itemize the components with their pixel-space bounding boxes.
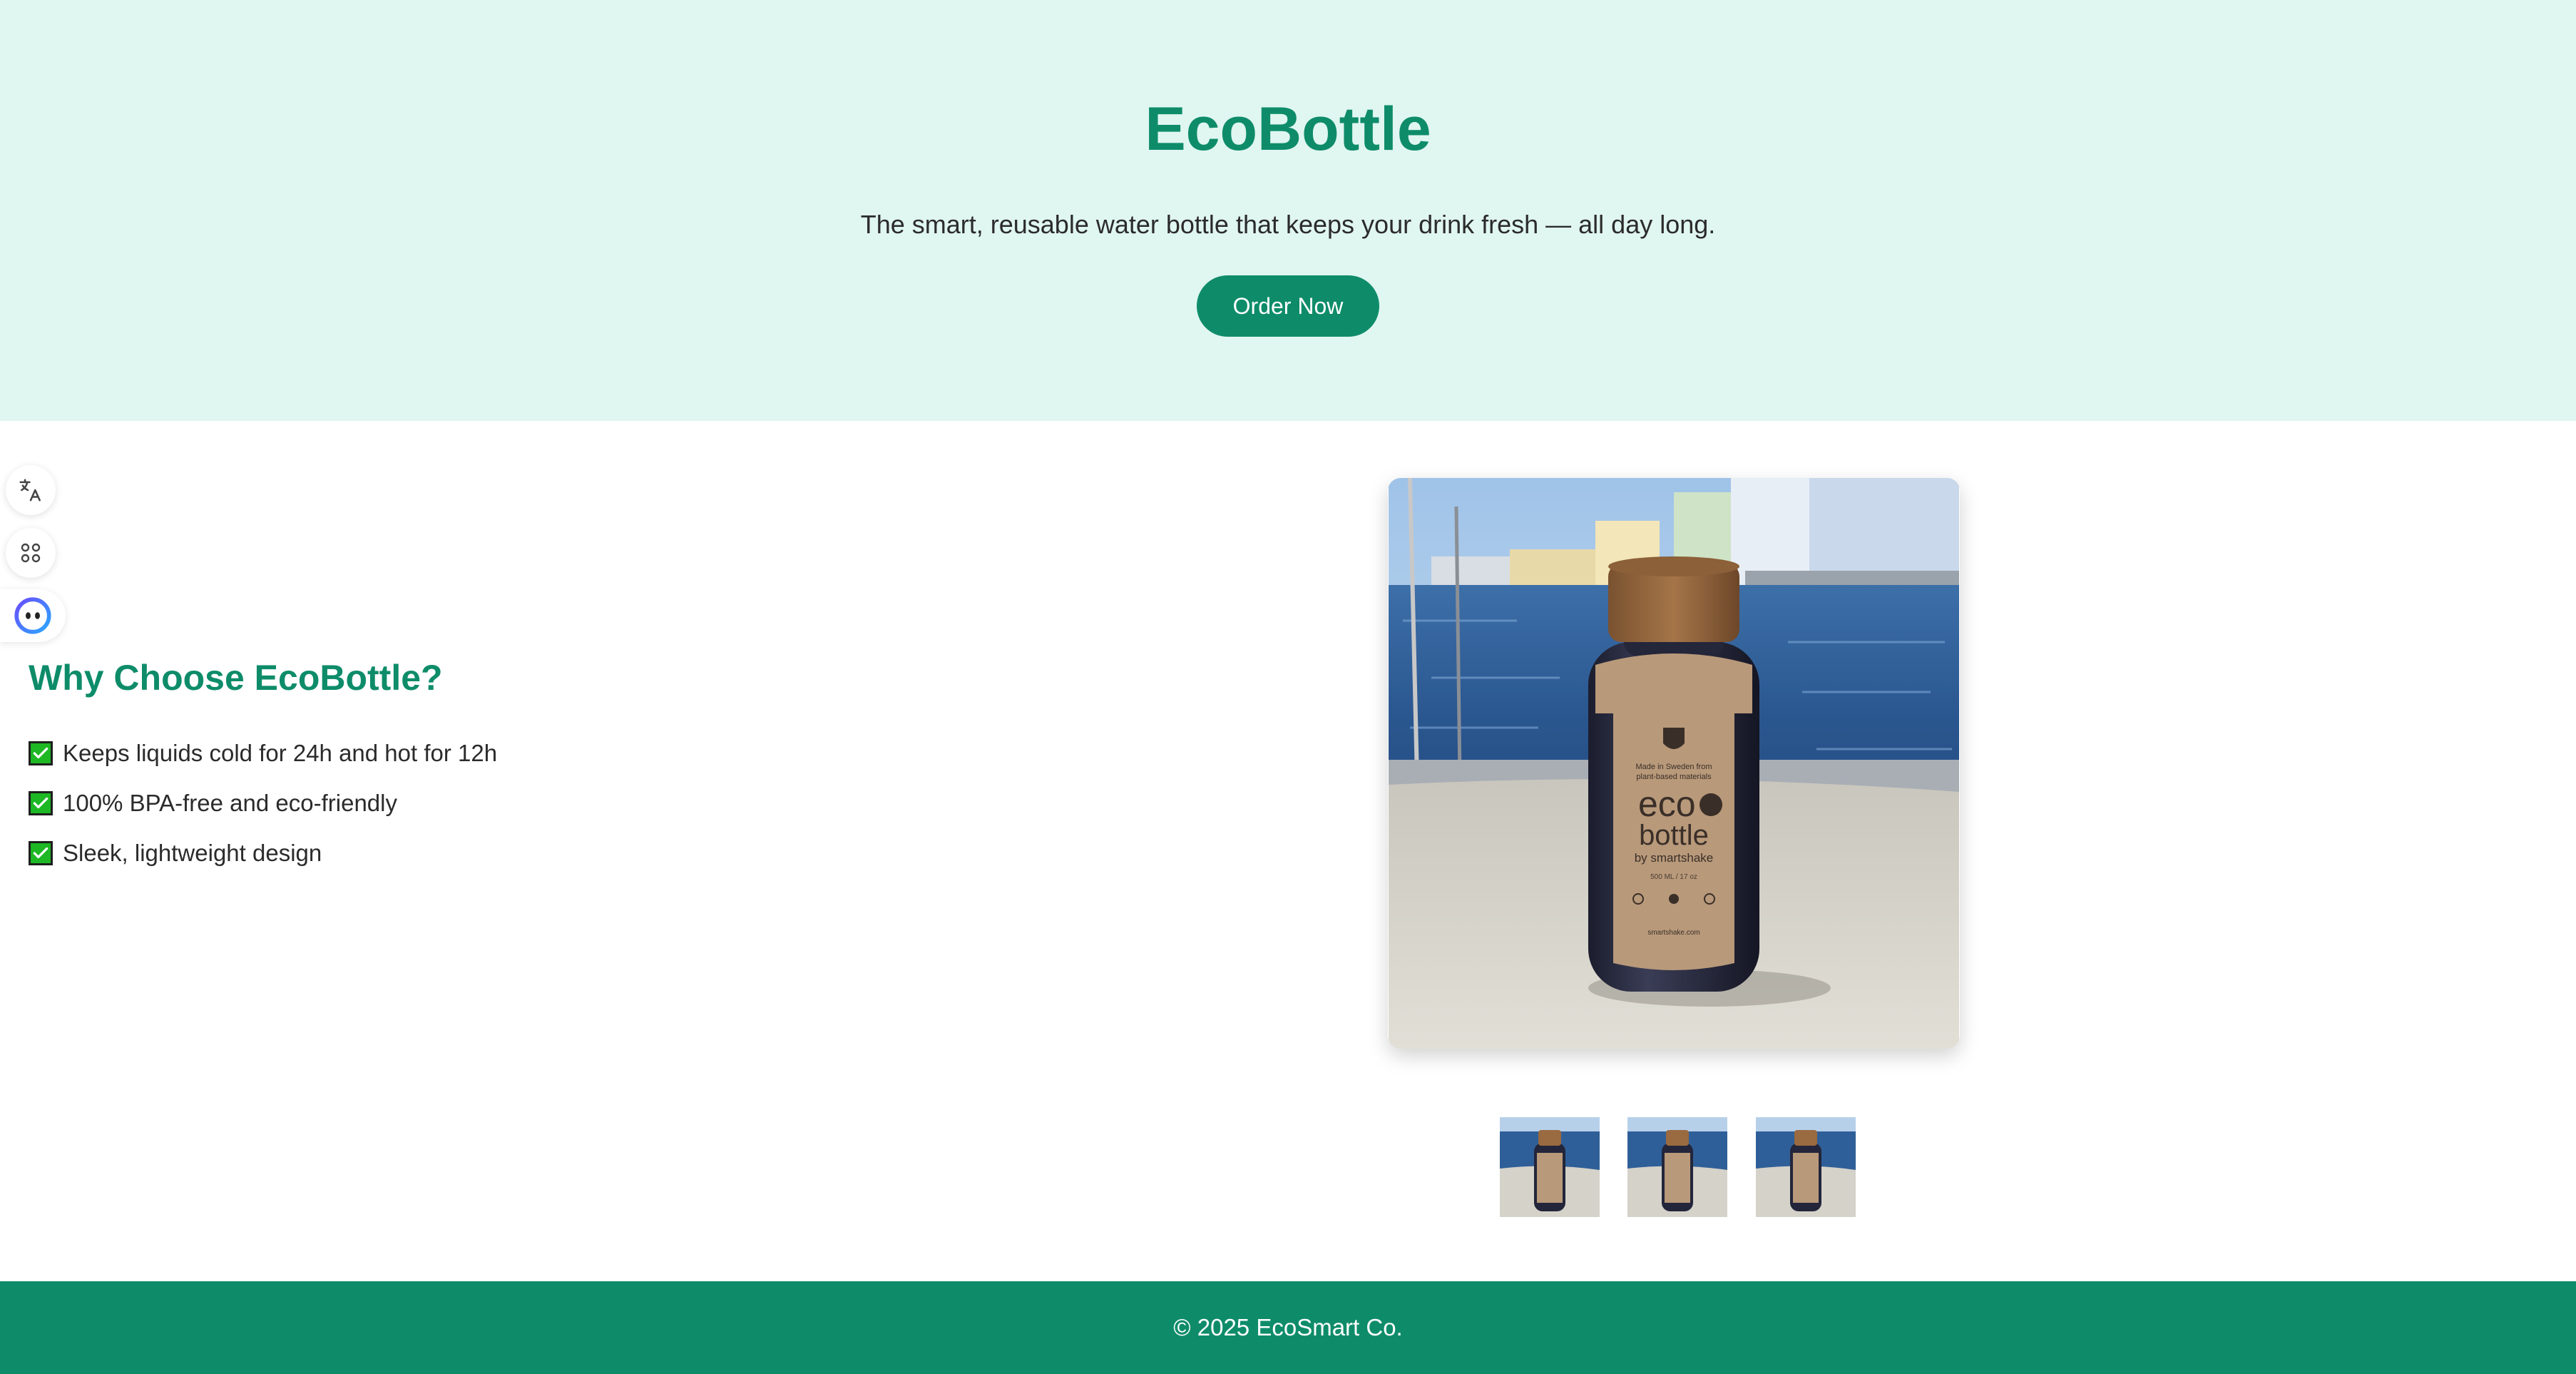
hero-tagline: The smart, reusable water bottle that ke… [860, 210, 1716, 239]
thumbnail-image [1756, 1117, 1856, 1217]
footer: © 2025 EcoSmart Co. [0, 1281, 2576, 1374]
assistant-face-icon [14, 597, 51, 634]
feature-text: Sleek, lightweight design [63, 840, 322, 866]
command-button[interactable] [6, 528, 56, 578]
product-photo-illustration: Made in Sweden from plant-based material… [1389, 478, 1959, 1049]
label-line: Made in Sweden from [1636, 763, 1712, 771]
translate-icon [19, 479, 41, 502]
label-brand: by smartshake [1635, 851, 1714, 865]
label-line: plant-based materials [1636, 773, 1712, 781]
label-url: smartshake.com [1647, 929, 1700, 937]
thumbnail-1[interactable] [1500, 1117, 1600, 1217]
thumbnail-2[interactable] [1627, 1117, 1727, 1217]
translate-button[interactable] [6, 465, 56, 515]
label-eco: eco [1638, 784, 1696, 824]
features-heading: Why Choose EcoBottle? [29, 658, 443, 698]
thumbnail-image [1500, 1117, 1600, 1217]
thumbnail-3[interactable] [1756, 1117, 1856, 1217]
feature-item: 100% BPA-free and eco-friendly [29, 785, 397, 821]
hero-section: EcoBottle The smart, reusable water bott… [0, 0, 2576, 421]
thumbnail-image [1627, 1117, 1727, 1217]
checkmark-icon [29, 741, 53, 765]
command-icon [21, 543, 41, 563]
product-photo: Made in Sweden from plant-based material… [1388, 478, 1960, 1049]
checkmark-icon [29, 841, 53, 865]
feature-text: 100% BPA-free and eco-friendly [63, 790, 397, 816]
label-bottle: bottle [1639, 820, 1709, 851]
feature-item: Keeps liquids cold for 24h and hot for 1… [29, 736, 497, 771]
footer-copyright: © 2025 EcoSmart Co. [1173, 1314, 1403, 1340]
checkmark-icon [29, 791, 53, 815]
order-now-button[interactable]: Order Now [1197, 275, 1379, 337]
page-title: EcoBottle [1145, 95, 1431, 163]
feature-text: Keeps liquids cold for 24h and hot for 1… [63, 740, 498, 766]
assistant-button[interactable] [0, 589, 66, 642]
label-volume: 500 ML / 17 oz [1650, 873, 1697, 881]
feature-item: Sleek, lightweight design [29, 835, 322, 871]
